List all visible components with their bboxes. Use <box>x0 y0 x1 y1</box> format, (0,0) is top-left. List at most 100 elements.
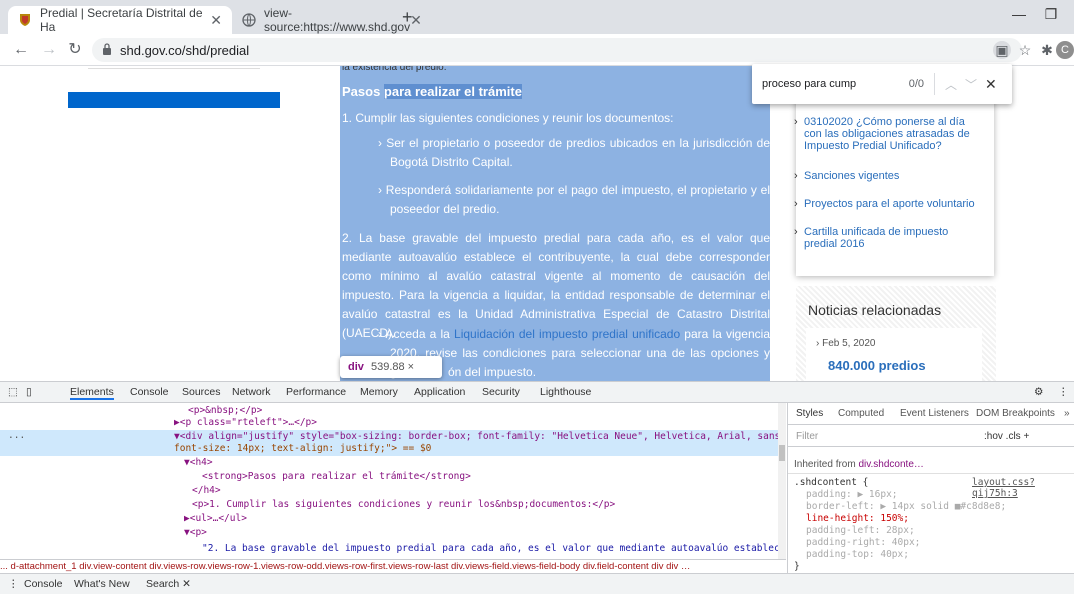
restore-icon[interactable]: ❐ <box>1036 6 1066 28</box>
news-card[interactable]: › Feb 5, 2020 840.000 predios <box>806 328 982 381</box>
styles-filter-input[interactable]: Filter <box>796 431 818 442</box>
dom-line[interactable]: </h4> <box>192 485 221 497</box>
tab-elements[interactable]: Elements <box>70 386 114 400</box>
sidebar-item-proyectos[interactable]: › Proyectos para el aporte voluntario <box>794 198 984 210</box>
tab-title: Predial | Secretaría Distrital de Ha <box>40 6 203 34</box>
tab-predial[interactable]: Predial | Secretaría Distrital de Ha ✕ <box>8 6 232 34</box>
globe-favicon-icon <box>242 13 256 27</box>
devtools-tabbar: ⬚ ▯ Elements Console Sources Network Per… <box>0 381 1074 403</box>
tab-application[interactable]: Application <box>414 386 465 398</box>
new-tab-button[interactable]: + <box>402 7 413 28</box>
tab-lighthouse[interactable]: Lighthouse <box>540 386 591 398</box>
sidebar-item-cartilla[interactable]: › Cartilla unificada de impuesto predial … <box>794 226 984 250</box>
tab-view-source[interactable]: view-source:https://www.shd.gov ✕ <box>232 6 422 34</box>
inspect-tooltip: div 539.88 × 13977 <box>340 356 442 395</box>
dom-line: "2. La base gravable del impuesto predia… <box>202 543 786 554</box>
tab-title: view-source:https://www.shd.gov <box>264 6 411 34</box>
dom-line[interactable]: ▶<ul>…</ul> <box>184 513 247 525</box>
tab-security[interactable]: Security <box>482 386 520 398</box>
dom-line[interactable]: ▼<h4> <box>184 457 213 469</box>
bookmark-star-icon[interactable]: ☆ <box>1016 41 1034 59</box>
bullet-liquidacion-tail: ón del impuesto. <box>448 365 537 379</box>
dom-line[interactable]: <p>1. Cumplir las siguientes condiciones… <box>192 499 615 511</box>
chevron-right-icon: › <box>378 183 386 197</box>
url-text: shd.gov.co/shd/predial <box>120 42 250 58</box>
find-prev-icon[interactable]: ︿ <box>945 76 965 93</box>
devtools-drawer: ⋮ Console What's New Search ✕ <box>0 573 1074 594</box>
lock-icon <box>102 42 112 58</box>
extensions-puzzle-icon[interactable]: ✱ <box>1038 41 1056 59</box>
tab-performance[interactable]: Performance <box>286 386 346 398</box>
chevron-right-icon: › <box>378 327 386 341</box>
rule-prop[interactable]: padding-top: 40px; <box>806 549 909 560</box>
left-column <box>68 66 280 381</box>
drawer-tab-search[interactable]: Search ✕ <box>146 578 191 590</box>
news-title[interactable]: 840.000 predios <box>828 358 926 373</box>
rule-source-link[interactable]: layout.css?qij75h:3 <box>972 477 1074 499</box>
find-input[interactable]: proceso para cump <box>762 78 882 90</box>
dom-line: font-size: 14px; text-align: justify;"> … <box>174 443 432 454</box>
section-heading: Pasos para realizar el trámite <box>342 84 522 99</box>
elements-tree: ... <p>&nbsp;</p> ▶<p class="rteleft">…<… <box>0 403 786 559</box>
ellipsis-marker: ... <box>8 430 26 441</box>
top-fragment-text: la existencia del predio. <box>342 66 447 73</box>
find-match-count: 0/0 <box>908 78 924 90</box>
dom-line-selected[interactable]: ▼<div align="justify" style="box-sizing:… <box>174 431 786 443</box>
dom-line[interactable]: ▼<p> <box>184 527 207 539</box>
chevron-right-icon: › <box>378 136 387 150</box>
drawer-tab-console[interactable]: Console <box>24 578 63 590</box>
bullet-owner: › Ser el propietario o poseedor de predi… <box>378 136 770 169</box>
find-next-icon[interactable]: ﹀ <box>965 76 985 93</box>
filter-controls[interactable]: :hov .cls + <box>984 431 1029 442</box>
tab-computed[interactable]: Computed <box>838 408 884 419</box>
news-date: › Feb 5, 2020 <box>816 338 876 349</box>
tab-console[interactable]: Console <box>130 386 169 398</box>
drawer-tab-whats-new[interactable]: What's New <box>74 578 130 590</box>
rule-prop[interactable]: border-left: ▶ 14px solid ■#c8d8e8; <box>806 501 1006 512</box>
tab-sources[interactable]: Sources <box>182 386 221 398</box>
sidebar-item-obligaciones[interactable]: › 03102020 ¿Cómo ponerse al día con las o… <box>794 116 984 152</box>
close-tab-icon[interactable]: ✕ <box>210 12 222 29</box>
find-close-icon[interactable]: ✕ <box>985 76 1005 93</box>
step-1-text: 1. Cumplir las siguientes condiciones y … <box>342 111 674 125</box>
settings-gear-icon[interactable]: ⚙ <box>1034 386 1043 398</box>
elements-scrollbar[interactable] <box>778 403 786 559</box>
rule-prop-line-height[interactable]: line-height: 150%; <box>806 513 909 524</box>
inspect-element-icon[interactable]: ⬚ <box>8 386 18 398</box>
more-tabs-icon[interactable]: » <box>1064 408 1070 419</box>
address-bar[interactable]: shd.gov.co/shd/predial <box>92 38 1022 62</box>
rule-prop[interactable]: padding-left: 28px; <box>806 525 915 536</box>
find-in-page-icon[interactable]: ▣ <box>993 41 1011 59</box>
rule-prop[interactable]: padding-right: 40px; <box>806 537 920 548</box>
tab-dom-breakpoints[interactable]: DOM Breakpoints <box>976 408 1055 419</box>
more-menu-icon[interactable]: ⋮ <box>1058 386 1069 398</box>
tab-styles[interactable]: Styles <box>796 408 823 419</box>
find-bar: proceso para cump 0/0 ︿ ﹀ ✕ <box>752 64 1012 104</box>
browser-toolbar: ← → ↻ shd.gov.co/shd/predial ▣ ☆ ✱ C <box>0 34 1074 66</box>
left-menu-active-bar[interactable] <box>68 92 280 108</box>
rule-prop[interactable]: padding: ▶ 16px; <box>806 489 898 500</box>
minimize-icon[interactable]: — <box>1004 6 1034 28</box>
rule-selector[interactable]: .shdcontent { <box>794 477 868 488</box>
tab-network[interactable]: Network <box>232 386 271 398</box>
news-heading: Noticias relacionadas <box>808 302 942 318</box>
tab-event-listeners[interactable]: Event Listeners <box>900 408 969 419</box>
device-toolbar-icon[interactable]: ▯ <box>26 386 32 398</box>
reload-icon[interactable]: ↻ <box>64 39 86 61</box>
web-page: la existencia del predio. Pasos para rea… <box>0 66 1074 381</box>
profile-avatar[interactable]: C <box>1056 41 1074 59</box>
dom-breadcrumbs[interactable]: ... d-attachment_1 div.view-content div.… <box>0 559 786 573</box>
forward-arrow-icon[interactable]: → <box>38 39 60 61</box>
styles-pane: Styles Computed Event Listeners DOM Brea… <box>787 403 1074 573</box>
sidebar-item-sanciones[interactable]: › Sanciones vigentes <box>794 170 984 182</box>
dom-line[interactable]: ▶<p class="rteleft">…</p> <box>174 417 317 429</box>
drawer-menu-icon[interactable]: ⋮ <box>8 578 19 590</box>
back-arrow-icon[interactable]: ← <box>10 39 32 61</box>
tab-memory[interactable]: Memory <box>360 386 398 398</box>
bullet-solidarity: › Responderá solidariamente por el pago … <box>378 183 770 216</box>
liquidacion-link[interactable]: Liquidación del impuesto predial unifica… <box>454 327 680 341</box>
inherited-label: Inherited from div.shdconte… <box>794 459 924 470</box>
article-content-selected: la existencia del predio. Pasos para rea… <box>340 66 772 381</box>
dom-line[interactable]: <strong>Pasos para realizar el trámite</… <box>202 471 471 483</box>
dom-line[interactable]: <p>&nbsp;</p> <box>188 405 262 417</box>
